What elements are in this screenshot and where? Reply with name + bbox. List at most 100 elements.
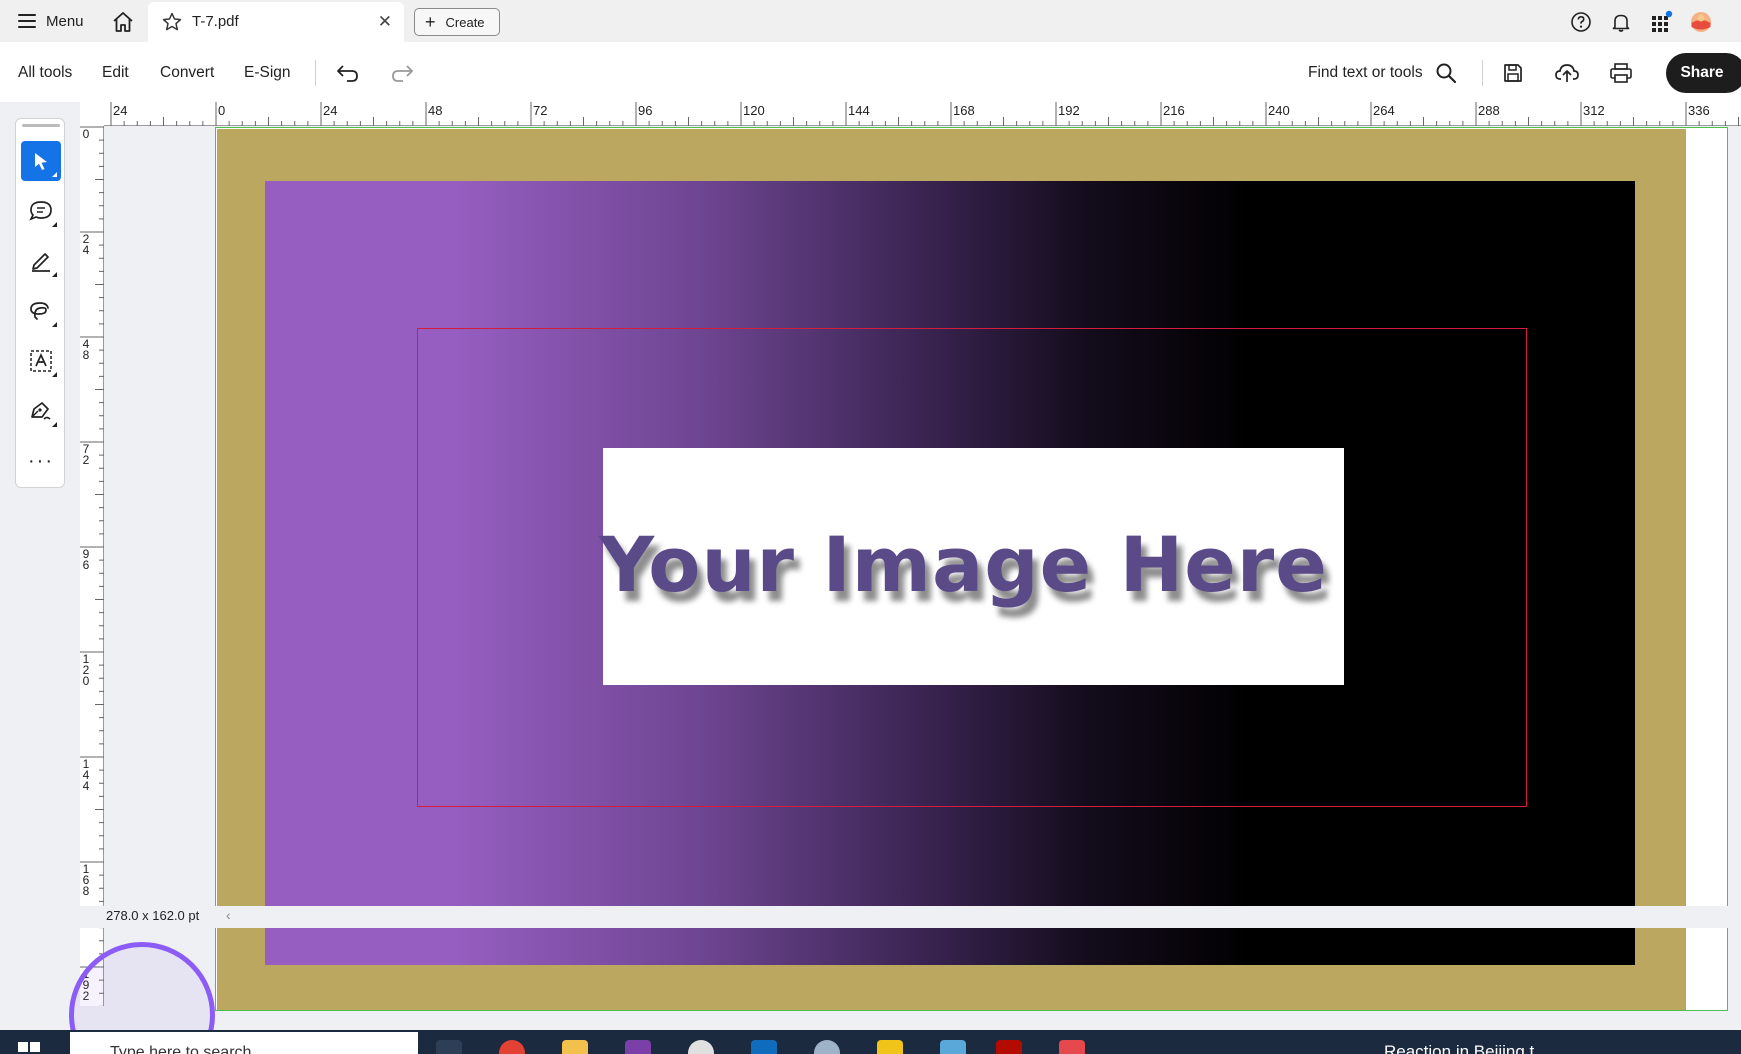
- share-label: Share: [1680, 64, 1724, 81]
- h-ruler-label: 72: [533, 103, 548, 118]
- menu-button[interactable]: Menu: [10, 6, 92, 36]
- highlight-tool-button[interactable]: [21, 241, 61, 281]
- image-placeholder[interactable]: Your Image Here: [599, 448, 1344, 685]
- help-icon[interactable]: [1569, 10, 1593, 34]
- h-ruler-label: 24: [113, 103, 128, 118]
- h-ruler-label: 96: [638, 103, 653, 118]
- create-label: Create: [445, 14, 485, 30]
- windows-start-icon[interactable]: [18, 1042, 40, 1054]
- comment-tool-button[interactable]: [21, 191, 61, 231]
- v-ruler-label: 72: [82, 442, 90, 467]
- chrome-icon[interactable]: [499, 1040, 525, 1054]
- browser-icon[interactable]: [814, 1040, 840, 1054]
- draw-tool-button[interactable]: [21, 291, 61, 331]
- comment-icon: [29, 201, 52, 221]
- print-icon[interactable]: [1606, 58, 1636, 88]
- quick-tools-rail: ···: [15, 118, 65, 488]
- image-placeholder-text: Your Image Here: [599, 520, 1328, 609]
- v-ruler-label: 0: [82, 127, 90, 141]
- plus-icon: +: [425, 12, 436, 32]
- onenote-icon[interactable]: [625, 1040, 651, 1054]
- h-ruler-label: 120: [743, 103, 765, 118]
- search-icon: [1436, 63, 1456, 84]
- h-ruler-label: 0: [218, 103, 226, 118]
- v-ruler-label: 24: [82, 232, 90, 257]
- v-ruler-label: 168: [82, 862, 90, 898]
- h-ruler-label: 216: [1163, 103, 1185, 118]
- taskbar-search-placeholder: Type here to search: [110, 1044, 252, 1054]
- command-bar: All tools Edit Convert E-Sign Find text …: [0, 42, 1741, 102]
- find-text-or-tools[interactable]: Find text or tools: [1308, 58, 1457, 88]
- find-label: Find text or tools: [1308, 64, 1423, 81]
- taskbar-search-box[interactable]: Type here to search: [70, 1032, 418, 1054]
- app-tab-bar: Menu T-7.pdf ✕ + Create: [0, 0, 1741, 42]
- create-button[interactable]: + Create: [414, 8, 500, 36]
- freehand-draw-icon: [30, 302, 49, 320]
- v-ruler-label: 120: [82, 652, 90, 688]
- taskbar-news-text[interactable]: Reaction in Beijing t: [1384, 1042, 1534, 1054]
- windows-taskbar: Type here to search Reaction in Beijing …: [0, 1030, 1741, 1054]
- avatar[interactable]: [1689, 10, 1713, 34]
- save-icon[interactable]: [1498, 58, 1528, 88]
- h-ruler-label: 312: [1583, 103, 1605, 118]
- star-icon[interactable]: [162, 12, 182, 32]
- document-tab[interactable]: T-7.pdf ✕: [148, 2, 404, 42]
- h-ruler-label: 264: [1373, 103, 1395, 118]
- hamburger-icon: [18, 14, 36, 28]
- sticky-notes-icon[interactable]: [877, 1040, 903, 1054]
- highlighter-pen-icon: [32, 253, 50, 272]
- convert-menu[interactable]: Convert: [160, 64, 214, 82]
- file-explorer-icon[interactable]: [562, 1040, 588, 1054]
- vertical-ruler: 0 24 48 72 96 120 144 168 192: [80, 126, 104, 1006]
- pen-sign-icon: [31, 402, 51, 420]
- toolbar-divider: [1482, 60, 1483, 86]
- acrobat-icon[interactable]: [996, 1040, 1022, 1054]
- redo-icon[interactable]: [387, 58, 417, 88]
- status-bar: 278.0 x 162.0 pt ‹: [80, 906, 1741, 928]
- upload-cloud-icon[interactable]: [1552, 58, 1582, 88]
- rail-grip[interactable]: [22, 124, 60, 127]
- app-icon[interactable]: [1059, 1040, 1085, 1054]
- notifications-bell-icon[interactable]: [1609, 10, 1633, 34]
- horizontal-ruler: 24 0 24 48 72 96 120 144 168 192 216 240…: [104, 102, 1741, 126]
- v-ruler-label: 96: [82, 547, 90, 572]
- v-ruler-label: 144: [82, 757, 90, 793]
- h-ruler-label: 48: [428, 103, 443, 118]
- document-work-area: ··· 24 0 24 48 72 96 120 144 168 192 216…: [0, 102, 1741, 1030]
- sign-tool-button[interactable]: [21, 391, 61, 431]
- text-box-tool-button[interactable]: [21, 341, 61, 381]
- all-tools-menu[interactable]: All tools: [18, 64, 72, 82]
- more-dots-icon: ···: [28, 450, 54, 472]
- ruler-corner: [80, 102, 104, 126]
- h-ruler-label: 240: [1268, 103, 1290, 118]
- chevron-left-icon[interactable]: ‹: [226, 907, 231, 923]
- h-ruler-label: 336: [1688, 103, 1710, 118]
- h-ruler-label: 288: [1478, 103, 1500, 118]
- page-dimensions: 278.0 x 162.0 pt: [106, 908, 200, 923]
- cursor-arrow-icon: [35, 153, 47, 170]
- v-ruler-label: 48: [82, 337, 90, 362]
- menu-label: Menu: [46, 12, 84, 30]
- undo-icon[interactable]: [333, 58, 363, 88]
- close-tab-icon[interactable]: ✕: [378, 12, 392, 32]
- more-tools-button[interactable]: ···: [21, 441, 61, 481]
- esign-menu[interactable]: E-Sign: [244, 64, 291, 82]
- edit-menu[interactable]: Edit: [102, 64, 129, 82]
- apps-grid-icon[interactable]: [1649, 10, 1673, 34]
- pdf-page[interactable]: Your Image Here: [215, 127, 1728, 1011]
- select-tool-button[interactable]: [21, 141, 61, 181]
- home-button[interactable]: [108, 8, 138, 36]
- document-tab-title: T-7.pdf: [192, 13, 239, 30]
- calculator-icon[interactable]: [940, 1040, 966, 1054]
- home-icon: [113, 12, 133, 32]
- text-box-icon: [30, 350, 52, 372]
- outlook-icon[interactable]: [751, 1040, 777, 1054]
- h-ruler-label: 144: [848, 103, 870, 118]
- task-view-icon[interactable]: [436, 1040, 462, 1054]
- h-ruler-label: 192: [1058, 103, 1080, 118]
- h-ruler-label: 24: [323, 103, 338, 118]
- toolbar-divider: [315, 60, 316, 86]
- h-ruler-label: 168: [953, 103, 975, 118]
- slack-icon[interactable]: [688, 1040, 714, 1054]
- share-button[interactable]: Share: [1666, 53, 1741, 93]
